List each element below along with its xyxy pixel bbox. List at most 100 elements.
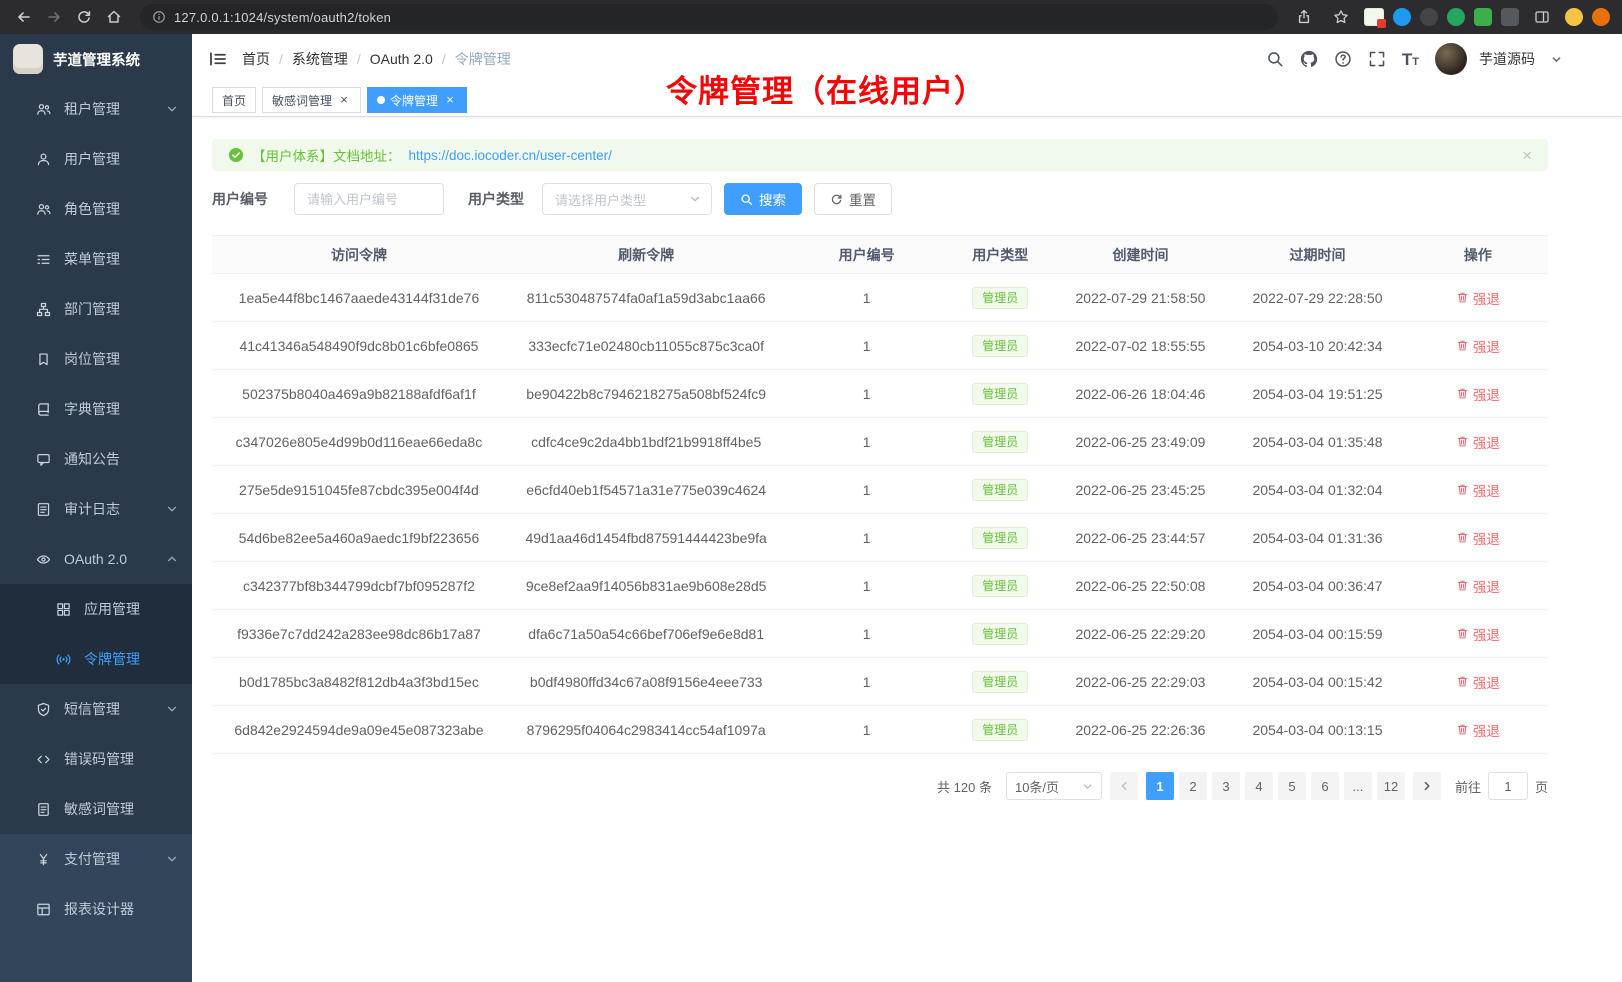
refresh-token-cell: cdfc4ce9c2da4bb1bdf21b9918ff4be5	[506, 418, 787, 466]
page-button-4[interactable]: 4	[1245, 772, 1273, 800]
sidebar-item-oauth2-token[interactable]: 令牌管理	[0, 634, 192, 684]
browser-profile-avatar[interactable]	[1592, 8, 1610, 26]
page-button-12[interactable]: 12	[1377, 772, 1405, 800]
search-icon[interactable]	[1266, 50, 1284, 68]
profile-emoji-icon[interactable]	[1565, 8, 1583, 26]
sidebar-item-label: 用户管理	[64, 149, 178, 169]
page-more-button[interactable]: ...	[1344, 772, 1372, 800]
page-button-2[interactable]: 2	[1179, 772, 1207, 800]
sidebar-item-pay[interactable]: 支付管理	[0, 834, 192, 884]
page-button-1[interactable]: 1	[1146, 772, 1174, 800]
help-icon[interactable]	[1334, 50, 1352, 68]
app-logo[interactable]: 芋道管理系统	[0, 34, 192, 84]
sidebar-item-dept[interactable]: 部门管理	[0, 284, 192, 334]
page-button-6[interactable]: 6	[1311, 772, 1339, 800]
extension-icon[interactable]	[1364, 8, 1384, 26]
sidebar-item-tenant[interactable]: 租户管理	[0, 84, 192, 134]
breadcrumb-item[interactable]: OAuth 2.0	[370, 51, 433, 67]
force-logout-button[interactable]: 强退	[1456, 384, 1500, 404]
sidebar-item-label: 令牌管理	[84, 649, 178, 669]
doc-alert: 【用户体系】文档地址： https://doc.iocoder.cn/user-…	[212, 139, 1548, 171]
next-page-button[interactable]	[1413, 772, 1441, 800]
user-type-badge: 管理员	[972, 671, 1028, 693]
doc-link[interactable]: https://doc.iocoder.cn/user-center/	[409, 148, 612, 163]
sidebar-item-report-designer[interactable]: 报表设计器	[0, 884, 192, 934]
force-logout-button[interactable]: 强退	[1456, 576, 1500, 596]
sidebar-item-oauth2-app[interactable]: 应用管理	[0, 584, 192, 634]
tab-sensitive-word[interactable]: 敏感词管理×	[262, 87, 361, 113]
delete-icon	[1456, 627, 1469, 640]
page-button-3[interactable]: 3	[1212, 772, 1240, 800]
page-button-5[interactable]: 5	[1278, 772, 1306, 800]
extension-icon[interactable]	[1447, 8, 1465, 26]
extension-icon[interactable]	[1501, 8, 1519, 26]
force-logout-button[interactable]: 强退	[1456, 432, 1500, 452]
github-icon[interactable]	[1300, 50, 1318, 68]
browser-reload-button[interactable]	[70, 3, 98, 31]
user-type-badge: 管理员	[972, 575, 1028, 597]
user-id-cell: 1	[786, 514, 946, 562]
browser-home-button[interactable]	[100, 3, 128, 31]
force-logout-button[interactable]: 强退	[1456, 288, 1500, 308]
breadcrumb: 首页/系统管理/OAuth 2.0/令牌管理	[242, 49, 511, 69]
tab-close-icon[interactable]: ×	[337, 93, 351, 107]
extension-icon[interactable]	[1420, 8, 1438, 26]
share-icon[interactable]	[1290, 3, 1318, 31]
create-time-cell: 2022-07-29 21:58:50	[1054, 274, 1228, 322]
site-info-icon[interactable]	[152, 10, 166, 24]
force-logout-button[interactable]: 强退	[1456, 336, 1500, 356]
font-size-icon[interactable]: TT	[1402, 51, 1419, 68]
sidebar-item-post[interactable]: 岗位管理	[0, 334, 192, 384]
fullscreen-icon[interactable]	[1368, 50, 1386, 68]
breadcrumb-item[interactable]: 首页	[242, 49, 270, 69]
tab-close-icon[interactable]: ×	[443, 93, 457, 107]
breadcrumb-item[interactable]: 系统管理	[292, 49, 348, 69]
force-logout-button[interactable]: 强退	[1456, 480, 1500, 500]
chevron-down-icon[interactable]	[1551, 54, 1562, 65]
sidebar-item-sms[interactable]: 短信管理	[0, 684, 192, 734]
sidebar-item-sensitive-word[interactable]: 敏感词管理	[0, 784, 192, 834]
force-logout-button[interactable]: 强退	[1456, 624, 1500, 644]
access-token-cell: 1ea5e44f8bc1467aaede43144f31de76	[212, 274, 506, 322]
user-type-select[interactable]: 请选择用户类型	[542, 183, 712, 215]
sidebar-item-dict[interactable]: 字典管理	[0, 384, 192, 434]
sidebar-item-user[interactable]: 用户管理	[0, 134, 192, 184]
sidebar-item-label: 菜单管理	[64, 249, 178, 269]
sidebar-item-error-code[interactable]: 错误码管理	[0, 734, 192, 784]
extension-icon[interactable]	[1393, 8, 1411, 26]
user-id-input[interactable]	[294, 183, 444, 215]
force-logout-button[interactable]: 强退	[1456, 528, 1500, 548]
split-view-icon[interactable]	[1528, 3, 1556, 31]
reset-button[interactable]: 重置	[814, 183, 892, 215]
prev-page-button[interactable]	[1110, 772, 1138, 800]
search-button[interactable]: 搜索	[724, 183, 802, 215]
sidebar-item-oauth2[interactable]: OAuth 2.0	[0, 534, 192, 584]
user-type-cell: 管理员	[947, 370, 1054, 418]
tab-oauth2-token[interactable]: 令牌管理×	[367, 87, 467, 113]
extensions-puzzle-icon[interactable]	[1474, 8, 1492, 26]
app-icon	[56, 602, 71, 617]
tab-home[interactable]: 首页	[212, 87, 256, 113]
force-logout-button[interactable]: 强退	[1456, 720, 1500, 740]
sidebar-item-label: 部门管理	[64, 299, 178, 319]
user-type-cell: 管理员	[947, 562, 1054, 610]
close-icon[interactable]: ×	[1522, 147, 1532, 164]
page-size-select[interactable]: 10条/页	[1006, 772, 1102, 800]
dict-icon	[36, 402, 51, 417]
action-cell: 强退	[1408, 610, 1548, 658]
sidebar-item-role[interactable]: 角色管理	[0, 184, 192, 234]
goto-page-input[interactable]	[1488, 772, 1528, 800]
sidebar-item-audit-log[interactable]: 审计日志	[0, 484, 192, 534]
bookmark-star-icon[interactable]	[1327, 3, 1355, 31]
user-avatar[interactable]	[1435, 43, 1467, 75]
browser-back-button[interactable]	[10, 3, 38, 31]
sidebar-item-menu[interactable]: 菜单管理	[0, 234, 192, 284]
url-bar[interactable]: 127.0.0.1:1024/system/oauth2/token	[140, 4, 1278, 30]
sidebar-item-notice[interactable]: 通知公告	[0, 434, 192, 484]
user-id-cell: 1	[786, 274, 946, 322]
user-name[interactable]: 芋道源码	[1479, 49, 1535, 69]
browser-forward-button[interactable]	[40, 3, 68, 31]
force-logout-button[interactable]: 强退	[1456, 672, 1500, 692]
delete-icon	[1456, 723, 1469, 736]
menu-fold-icon[interactable]	[208, 49, 228, 69]
